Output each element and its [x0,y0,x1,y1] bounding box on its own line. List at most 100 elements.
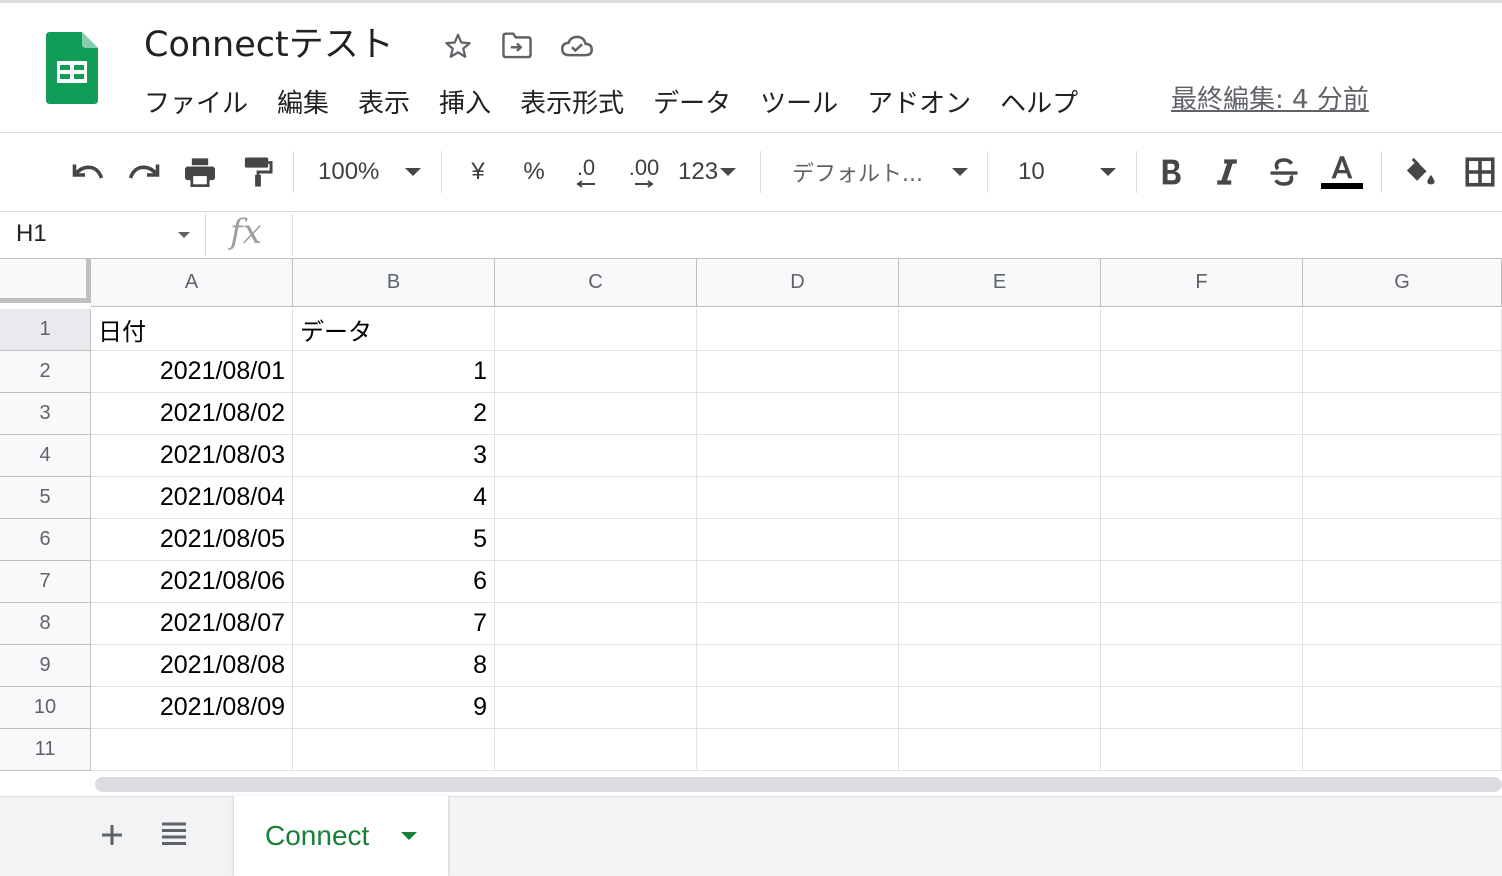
cell-g11[interactable] [1303,729,1502,771]
cell-f9[interactable] [1101,645,1303,687]
row-header-10[interactable]: 10 [0,687,91,729]
row-header-11[interactable]: 11 [0,729,91,771]
cell-a4[interactable]: 2021/08/03 [91,435,293,477]
column-header-d[interactable]: D [697,259,899,307]
italic-button[interactable] [1210,153,1244,191]
menu-data[interactable]: データ [653,86,731,122]
cell-g7[interactable] [1303,561,1502,603]
column-header-b[interactable]: B [293,259,495,307]
cell-c5[interactable] [495,477,697,519]
cloud-saved-icon[interactable] [560,30,594,62]
cell-d6[interactable] [697,519,899,561]
cell-b7[interactable]: 6 [293,561,495,603]
chevron-down-icon[interactable] [178,232,190,238]
print-icon[interactable] [180,153,220,191]
cell-b5[interactable]: 4 [293,477,495,519]
menu-help[interactable]: ヘルプ [1000,86,1078,122]
cell-e1[interactable] [899,309,1101,351]
formula-input[interactable] [300,216,1490,252]
cell-f1[interactable] [1101,309,1303,351]
cell-g10[interactable] [1303,687,1502,729]
cell-b10[interactable]: 9 [293,687,495,729]
menu-edit[interactable]: 編集 [277,86,329,122]
cell-c7[interactable] [495,561,697,603]
cell-c2[interactable] [495,351,697,393]
cell-d4[interactable] [697,435,899,477]
cell-b1[interactable]: データ [293,309,495,351]
cell-c10[interactable] [495,687,697,729]
move-to-folder-icon[interactable] [500,30,534,62]
cell-g4[interactable] [1303,435,1502,477]
cell-a1[interactable]: 日付 [91,309,293,351]
cell-f4[interactable] [1101,435,1303,477]
cell-a2[interactable]: 2021/08/01 [91,351,293,393]
cell-b4[interactable]: 3 [293,435,495,477]
column-header-a[interactable]: A [91,259,293,307]
paint-format-icon[interactable] [238,153,278,191]
cell-f8[interactable] [1101,603,1303,645]
column-header-c[interactable]: C [495,259,697,307]
cell-a5[interactable]: 2021/08/04 [91,477,293,519]
row-header-4[interactable]: 4 [0,435,91,477]
currency-format-button[interactable]: ¥ [462,153,494,191]
name-box[interactable]: H1 [16,216,47,252]
cell-e6[interactable] [899,519,1101,561]
cell-f7[interactable] [1101,561,1303,603]
cell-e10[interactable] [899,687,1101,729]
cell-c8[interactable] [495,603,697,645]
cell-e2[interactable] [899,351,1101,393]
cell-g3[interactable] [1303,393,1502,435]
bold-button[interactable] [1154,153,1188,191]
menu-addons[interactable]: アドオン [867,86,971,122]
cell-d7[interactable] [697,561,899,603]
row-header-5[interactable]: 5 [0,477,91,519]
cell-d10[interactable] [697,687,899,729]
column-header-f[interactable]: F [1101,259,1303,307]
cell-g8[interactable] [1303,603,1502,645]
cell-a6[interactable]: 2021/08/05 [91,519,293,561]
sheet-tab-connect[interactable]: Connect [234,796,448,876]
cell-a3[interactable]: 2021/08/02 [91,393,293,435]
cell-e11[interactable] [899,729,1101,771]
menu-tools[interactable]: ツール [760,86,838,122]
cell-c3[interactable] [495,393,697,435]
cell-a9[interactable]: 2021/08/08 [91,645,293,687]
menu-insert[interactable]: 挿入 [439,86,491,122]
column-header-e[interactable]: E [899,259,1101,307]
cell-f3[interactable] [1101,393,1303,435]
row-header-1[interactable]: 1 [0,309,91,351]
undo-icon[interactable] [68,153,108,191]
cell-b8[interactable]: 7 [293,603,495,645]
cell-c11[interactable] [495,729,697,771]
cell-e3[interactable] [899,393,1101,435]
row-header-3[interactable]: 3 [0,393,91,435]
cell-d9[interactable] [697,645,899,687]
star-icon[interactable] [441,30,475,62]
cell-b9[interactable]: 8 [293,645,495,687]
zoom-select[interactable]: 100% [318,153,430,191]
row-header-8[interactable]: 8 [0,603,91,645]
last-edit-link[interactable]: 最終編集: 4 分前 [1171,82,1369,118]
increase-decimal-button[interactable]: .00 [622,153,666,191]
redo-icon[interactable] [124,153,164,191]
all-sheets-icon[interactable] [160,820,188,850]
cell-a8[interactable]: 2021/08/07 [91,603,293,645]
row-header-2[interactable]: 2 [0,351,91,393]
menu-format[interactable]: 表示形式 [520,86,624,122]
cell-f10[interactable] [1101,687,1303,729]
cell-d1[interactable] [697,309,899,351]
add-sheet-icon[interactable] [98,818,126,852]
menu-file[interactable]: ファイル [144,86,248,122]
cell-e8[interactable] [899,603,1101,645]
fill-color-button[interactable] [1400,153,1440,191]
cell-d3[interactable] [697,393,899,435]
select-all-corner[interactable] [0,259,91,303]
cell-g6[interactable] [1303,519,1502,561]
cell-b11[interactable] [293,729,495,771]
cell-g2[interactable] [1303,351,1502,393]
borders-button[interactable] [1460,153,1500,191]
cell-c6[interactable] [495,519,697,561]
sheets-logo[interactable] [46,32,98,104]
cell-e9[interactable] [899,645,1101,687]
cell-c4[interactable] [495,435,697,477]
